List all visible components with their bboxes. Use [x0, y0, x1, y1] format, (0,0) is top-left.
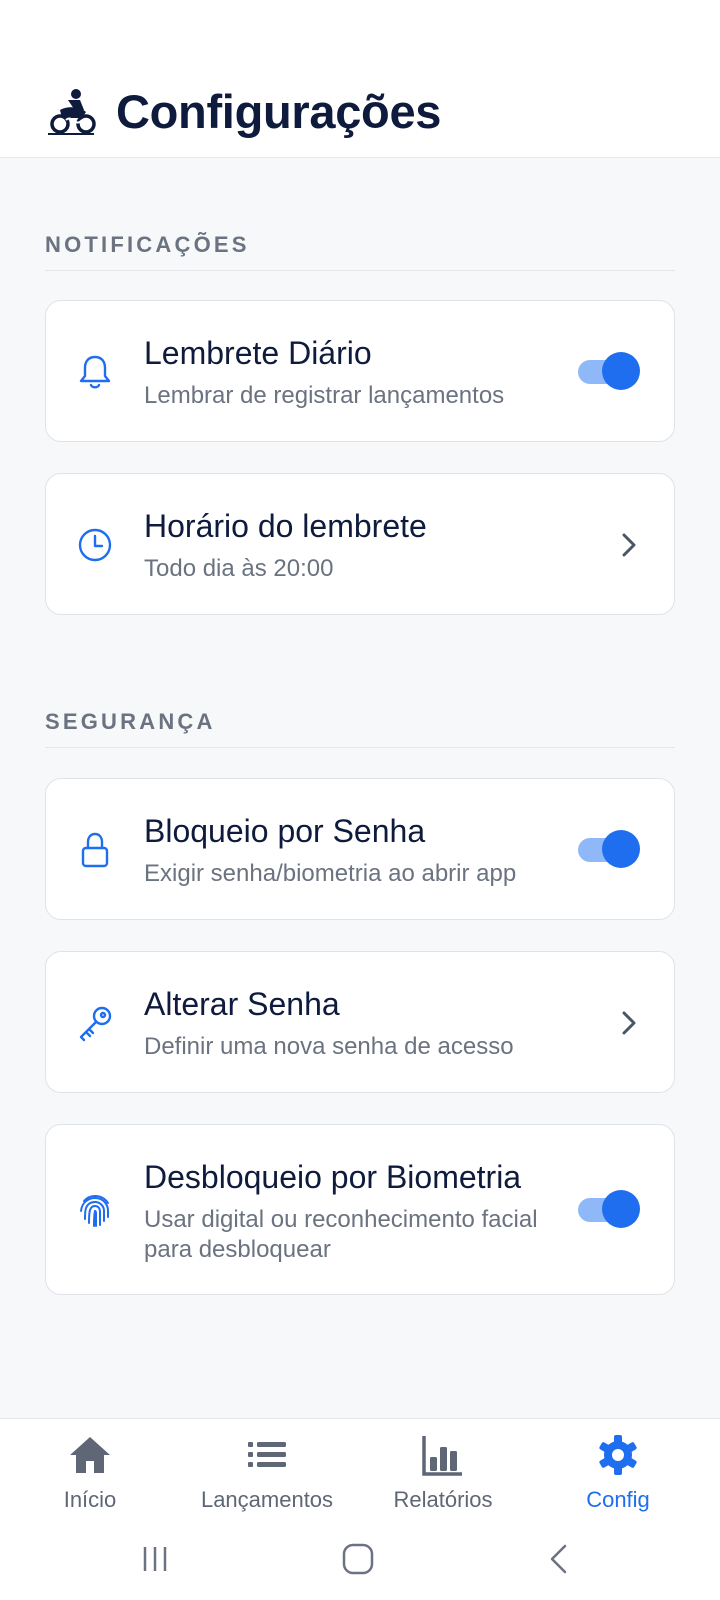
setting-password-lock[interactable]: Bloqueio por Senha Exigir senha/biometri…	[45, 778, 675, 920]
back-icon[interactable]	[548, 1543, 568, 1575]
nav-label: Início	[63, 1487, 117, 1512]
section-title-seguranca: SEGURANÇA	[45, 709, 216, 734]
section-title-notificacoes: NOTIFICAÇÕES	[45, 232, 250, 257]
lock-icon	[81, 832, 109, 868]
setting-subtitle: Exigir senha/biometria ao abrir app	[144, 860, 517, 887]
app-header: Configurações	[0, 0, 720, 158]
nav-item-inicio[interactable]: Início	[0, 1419, 180, 1531]
section-divider	[45, 747, 675, 748]
bar-chart-icon	[422, 1436, 462, 1476]
chevron-right-icon	[622, 533, 636, 557]
password-lock-toggle[interactable]	[578, 829, 640, 869]
setting-title: Horário do lembrete	[144, 508, 427, 544]
gear-icon	[599, 1435, 637, 1475]
list-icon	[248, 1442, 286, 1467]
home-button-icon[interactable]	[342, 1543, 374, 1575]
setting-subtitle: Definir uma nova senha de acesso	[144, 1033, 514, 1060]
daily-reminder-toggle[interactable]	[578, 351, 640, 391]
setting-title: Alterar Senha	[144, 986, 340, 1022]
bottom-navigation: Início Lançamentos Relatórios Config	[0, 1418, 720, 1530]
setting-subtitle: Todo dia às 20:00	[144, 555, 334, 582]
fingerprint-icon	[80, 1195, 109, 1227]
setting-change-password[interactable]: Alterar Senha Definir uma nova senha de …	[45, 951, 675, 1093]
setting-daily-reminder[interactable]: Lembrete Diário Lembrar de registrar lan…	[45, 300, 675, 442]
nav-item-relatorios[interactable]: Relatórios	[353, 1419, 533, 1531]
bell-icon	[79, 355, 111, 389]
setting-reminder-time[interactable]: Horário do lembrete Todo dia às 20:00	[45, 473, 675, 615]
system-navigation-bar	[0, 1530, 720, 1600]
motorcycle-rider-icon	[48, 89, 96, 135]
recent-apps-icon[interactable]	[140, 1544, 170, 1574]
nav-item-config[interactable]: Config	[528, 1419, 708, 1531]
section-divider	[45, 270, 675, 271]
nav-label: Relatórios	[393, 1487, 493, 1512]
setting-biometric-unlock[interactable]: Desbloqueio por Biometria Usar digital o…	[45, 1124, 675, 1295]
nav-item-lancamentos[interactable]: Lançamentos	[177, 1419, 357, 1531]
setting-subtitle: Usar digital ou reconhecimento facial pa…	[144, 1206, 538, 1263]
setting-subtitle: Lembrar de registrar lançamentos	[144, 382, 505, 409]
home-icon	[70, 1437, 110, 1473]
page-title: Configurações	[116, 85, 442, 138]
setting-title: Desbloqueio por Biometria	[144, 1159, 522, 1195]
setting-title: Bloqueio por Senha	[144, 813, 426, 849]
key-icon	[79, 1006, 112, 1042]
nav-label: Lançamentos	[200, 1487, 334, 1512]
setting-title: Lembrete Diário	[144, 335, 372, 371]
clock-icon	[78, 528, 112, 562]
biometric-unlock-toggle[interactable]	[578, 1189, 640, 1229]
chevron-right-icon	[622, 1011, 636, 1035]
nav-label: Config	[586, 1487, 650, 1512]
